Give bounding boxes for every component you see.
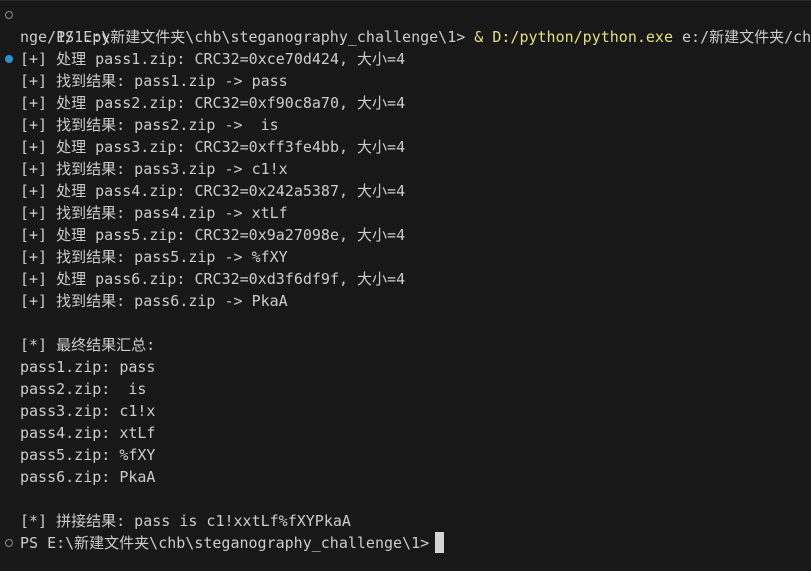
output-text: [+] 处理 pass4.zip: CRC32=0x242a5387, 大小=4 (20, 182, 406, 200)
output-text: [+] 找到结果: pass2.zip -> is (20, 116, 279, 134)
summary-line: pass5.zip: %fXY (0, 444, 811, 466)
output-line: [+] 找到结果: pass2.zip -> is (0, 114, 811, 136)
summary-header: [*] 最终结果汇总: (0, 334, 811, 356)
summary-line: pass1.zip: pass (0, 356, 811, 378)
summary-text: pass3.zip: c1!x (20, 402, 156, 420)
output-text: [+] 处理 pass2.zip: CRC32=0xf90c8a70, 大小=4 (20, 94, 406, 112)
output-text: [+] 找到结果: pass5.zip -> %fXY (20, 248, 288, 266)
output-text: [+] 处理 pass5.zip: CRC32=0x9a27098e, 大小=4 (20, 226, 406, 244)
output-text: [+] 处理 pass6.zip: CRC32=0xd3f6df9f, 大小=4 (20, 270, 406, 288)
output-line: [+] 找到结果: pass1.zip -> pass (0, 70, 811, 92)
output-line: [+] 处理 pass1.zip: CRC32=0xce70d424, 大小=4 (0, 48, 811, 70)
concat-result-text: [*] 拼接结果: pass is c1!xxtLf%fXYPkaA (20, 512, 351, 530)
summary-line: pass6.zip: PkaA (0, 466, 811, 488)
prompt-decoration-icon[interactable] (5, 539, 13, 547)
output-line: [+] 处理 pass2.zip: CRC32=0xf90c8a70, 大小=4 (0, 92, 811, 114)
output-line: [+] 找到结果: pass5.zip -> %fXY (0, 246, 811, 268)
summary-text: pass5.zip: %fXY (20, 446, 156, 464)
command-success-icon[interactable] (5, 55, 13, 63)
command-line-wrap: nge/1/1.py (0, 26, 811, 48)
output-text: [+] 找到结果: pass6.zip -> PkaA (20, 292, 288, 310)
output-text: [+] 处理 pass3.zip: CRC32=0xff3fe4bb, 大小=4 (20, 138, 406, 156)
output-line: [+] 找到结果: pass6.zip -> PkaA (0, 290, 811, 312)
output-line: [+] 找到结果: pass3.zip -> c1!x (0, 158, 811, 180)
summary-text: pass6.zip: PkaA (20, 468, 156, 486)
concat-result-line: [*] 拼接结果: pass is c1!xxtLf%fXYPkaA (0, 510, 811, 532)
output-text: [+] 找到结果: pass1.zip -> pass (20, 72, 288, 90)
summary-text: pass4.zip: xtLf (20, 424, 156, 442)
output-text: [+] 找到结果: pass4.zip -> xtLf (20, 204, 288, 222)
command-decoration-icon[interactable] (5, 11, 13, 19)
summary-text: pass2.zip: is (20, 380, 147, 398)
summary-line: pass2.zip: is (0, 378, 811, 400)
summary-text: pass1.zip: pass (20, 358, 156, 376)
text-cursor (435, 532, 445, 553)
output-text: [+] 找到结果: pass3.zip -> c1!x (20, 160, 288, 178)
script-argument-wrap: nge/1/1.py (20, 28, 111, 46)
summary-line: pass4.zip: xtLf (0, 422, 811, 444)
command-line: PS E:\新建文件夹\chb\steganography_challenge\… (0, 4, 811, 46)
terminal-panel[interactable]: PS E:\新建文件夹\chb\steganography_challenge\… (0, 0, 811, 571)
output-line: [+] 处理 pass4.zip: CRC32=0x242a5387, 大小=4 (0, 180, 811, 202)
output-line: [+] 处理 pass6.zip: CRC32=0xd3f6df9f, 大小=4 (0, 268, 811, 290)
output-line: [+] 处理 pass3.zip: CRC32=0xff3fe4bb, 大小=4 (0, 136, 811, 158)
final-prompt-line[interactable]: PS E:\新建文件夹\chb\steganography_challenge\… (0, 532, 811, 554)
output-text: [+] 处理 pass1.zip: CRC32=0xce70d424, 大小=4 (20, 50, 406, 68)
summary-header-text: [*] 最终结果汇总: (20, 336, 156, 354)
output-line: [+] 找到结果: pass4.zip -> xtLf (0, 202, 811, 224)
final-prompt-text: PS E:\新建文件夹\chb\steganography_challenge\… (20, 534, 430, 552)
summary-line: pass3.zip: c1!x (0, 400, 811, 422)
output-line: [+] 处理 pass5.zip: CRC32=0x9a27098e, 大小=4 (0, 224, 811, 246)
